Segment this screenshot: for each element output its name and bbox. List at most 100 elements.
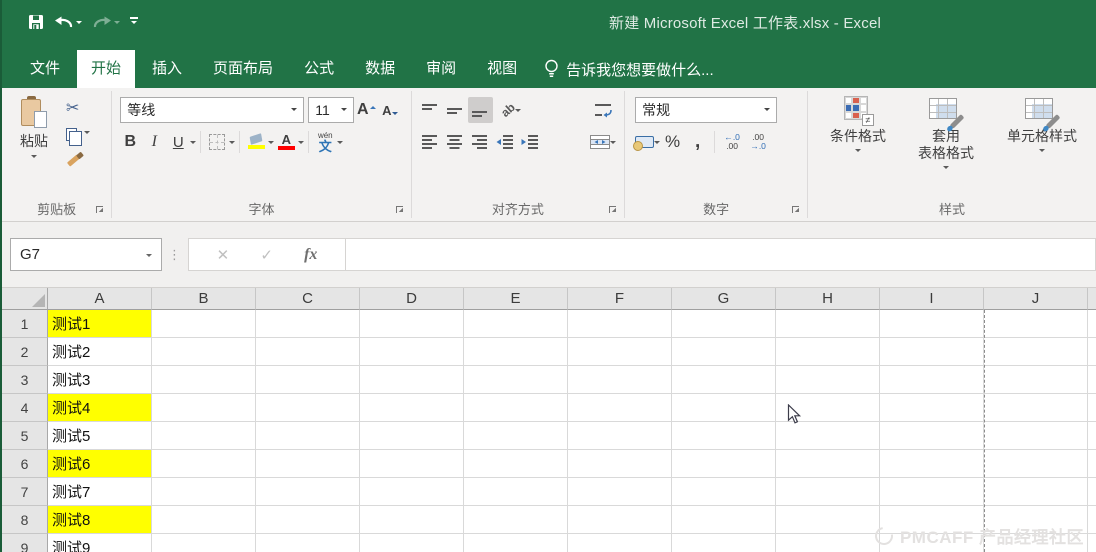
row-header-6[interactable]: 6 xyxy=(2,450,48,478)
column-header-A[interactable]: A xyxy=(48,288,152,310)
cell-C6[interactable] xyxy=(256,450,360,478)
tab-view[interactable]: 视图 xyxy=(473,50,531,88)
cell-I7[interactable] xyxy=(880,478,984,506)
cell-F3[interactable] xyxy=(568,366,672,394)
column-header-D[interactable]: D xyxy=(360,288,464,310)
cell-G2[interactable] xyxy=(672,338,776,366)
cell-F7[interactable] xyxy=(568,478,672,506)
merge-center-button[interactable] xyxy=(590,129,617,155)
cell-G9[interactable] xyxy=(672,534,776,552)
cancel-icon[interactable]: ✕ xyxy=(217,246,230,264)
cell-I5[interactable] xyxy=(880,422,984,450)
cell-H1[interactable] xyxy=(776,310,880,338)
cell-I3[interactable] xyxy=(880,366,984,394)
cell-D8[interactable] xyxy=(360,506,464,534)
increase-decimal-button[interactable]: ←.0 .00 xyxy=(719,133,745,151)
cell-H6[interactable] xyxy=(776,450,880,478)
accounting-format-button[interactable] xyxy=(633,129,661,155)
decrease-font-size-button[interactable]: A xyxy=(378,97,402,123)
cell-I6[interactable] xyxy=(880,450,984,478)
increase-font-size-button[interactable]: A xyxy=(354,97,378,123)
underline-button[interactable]: U xyxy=(166,129,190,155)
cell-A8[interactable]: 测试8 xyxy=(48,506,152,534)
row-header-5[interactable]: 5 xyxy=(2,422,48,450)
font-size-combo[interactable]: 11 xyxy=(308,97,355,123)
cell-D7[interactable] xyxy=(360,478,464,506)
cell-I4[interactable] xyxy=(880,394,984,422)
tab-data[interactable]: 数据 xyxy=(351,50,409,88)
alignment-dialog-launcher[interactable] xyxy=(609,206,619,216)
column-header-I[interactable]: I xyxy=(880,288,984,310)
font-name-combo[interactable]: 等线 xyxy=(120,97,305,123)
cell-A3[interactable]: 测试3 xyxy=(48,366,152,394)
cell-C1[interactable] xyxy=(256,310,360,338)
formula-bar-grip-icon[interactable]: ⋮ xyxy=(162,247,188,263)
cell-F9[interactable] xyxy=(568,534,672,552)
copy-button[interactable] xyxy=(66,125,90,146)
column-header-E[interactable]: E xyxy=(464,288,568,310)
cell-G4[interactable] xyxy=(672,394,776,422)
cell-A7[interactable]: 测试7 xyxy=(48,478,152,506)
cell-E7[interactable] xyxy=(464,478,568,506)
align-middle-button[interactable] xyxy=(443,97,468,123)
cell-I1[interactable] xyxy=(880,310,984,338)
decrease-indent-button[interactable] xyxy=(493,129,518,155)
cell-B5[interactable] xyxy=(152,422,256,450)
cell-B6[interactable] xyxy=(152,450,256,478)
percent-style-button[interactable]: % xyxy=(660,129,685,155)
undo-button[interactable] xyxy=(54,15,82,30)
cell-E8[interactable] xyxy=(464,506,568,534)
cut-button[interactable]: ✂ xyxy=(66,100,90,118)
cell-J3[interactable] xyxy=(984,366,1088,394)
increase-indent-button[interactable] xyxy=(518,129,543,155)
column-header-C[interactable]: C xyxy=(256,288,360,310)
cell-H9[interactable] xyxy=(776,534,880,552)
cell-H5[interactable] xyxy=(776,422,880,450)
phonetic-caret-icon[interactable] xyxy=(337,141,344,147)
tab-insert[interactable]: 插入 xyxy=(138,50,196,88)
number-dialog-launcher[interactable] xyxy=(792,206,802,216)
tab-page-layout[interactable]: 页面布局 xyxy=(199,50,287,88)
cell-D2[interactable] xyxy=(360,338,464,366)
cell-E6[interactable] xyxy=(464,450,568,478)
insert-function-icon[interactable]: fx xyxy=(304,246,317,264)
cell-F5[interactable] xyxy=(568,422,672,450)
column-header-H[interactable]: H xyxy=(776,288,880,310)
align-left-button[interactable] xyxy=(418,129,443,155)
align-top-button[interactable] xyxy=(418,97,443,123)
cell-J1[interactable] xyxy=(984,310,1088,338)
cell-H3[interactable] xyxy=(776,366,880,394)
cell-G8[interactable] xyxy=(672,506,776,534)
cell-J4[interactable] xyxy=(984,394,1088,422)
cell-B3[interactable] xyxy=(152,366,256,394)
cell-F1[interactable] xyxy=(568,310,672,338)
cell-E2[interactable] xyxy=(464,338,568,366)
tab-formulas[interactable]: 公式 xyxy=(290,50,348,88)
font-color-button[interactable]: A xyxy=(274,129,298,155)
cell-B8[interactable] xyxy=(152,506,256,534)
cell-C4[interactable] xyxy=(256,394,360,422)
cell-J5[interactable] xyxy=(984,422,1088,450)
cell-H2[interactable] xyxy=(776,338,880,366)
paste-button[interactable]: 粘贴 xyxy=(8,94,60,199)
cell-C7[interactable] xyxy=(256,478,360,506)
font-color-caret-icon[interactable] xyxy=(298,141,305,147)
cell-E4[interactable] xyxy=(464,394,568,422)
cell-H7[interactable] xyxy=(776,478,880,506)
cell-D1[interactable] xyxy=(360,310,464,338)
cell-D9[interactable] xyxy=(360,534,464,552)
name-box[interactable]: G7 xyxy=(10,238,162,271)
cell-styles-button[interactable]: 单元格样式 xyxy=(992,94,1092,199)
enter-icon[interactable]: ✓ xyxy=(260,246,273,264)
undo-dropdown-caret[interactable] xyxy=(76,21,82,27)
align-center-button[interactable] xyxy=(443,129,468,155)
align-bottom-button[interactable] xyxy=(467,97,493,123)
customize-quick-access-toolbar-button[interactable] xyxy=(130,17,138,27)
cell-A1[interactable]: 测试1 xyxy=(48,310,152,338)
underline-caret-icon[interactable] xyxy=(190,141,197,147)
cell-A9[interactable]: 测试9 xyxy=(48,534,152,552)
align-right-button[interactable] xyxy=(468,129,493,155)
cell-G5[interactable] xyxy=(672,422,776,450)
column-header-G[interactable]: G xyxy=(672,288,776,310)
cell-A6[interactable]: 测试6 xyxy=(48,450,152,478)
